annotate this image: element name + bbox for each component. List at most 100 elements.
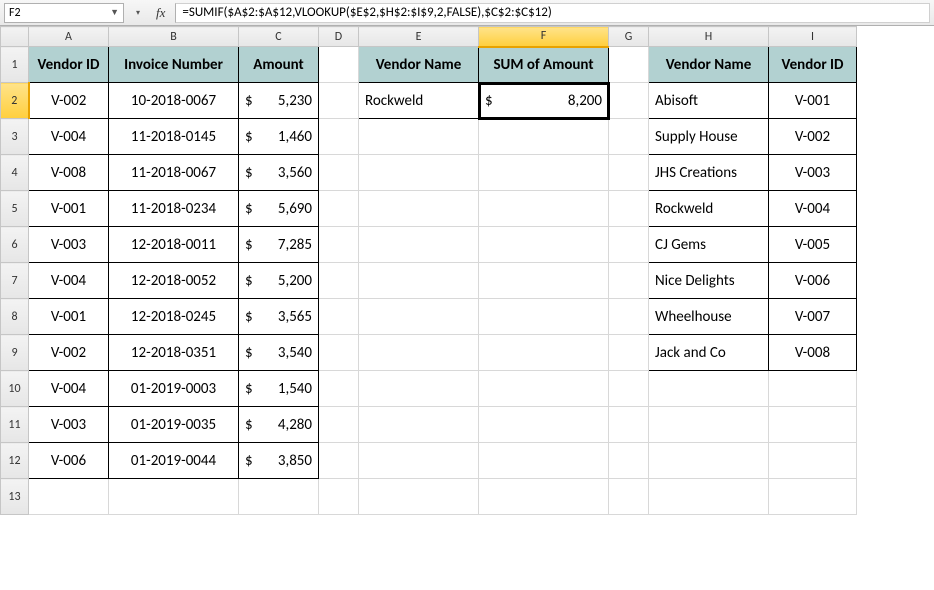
cell-I13[interactable] xyxy=(769,479,857,515)
cell-H11[interactable] xyxy=(649,407,769,443)
cell-G9[interactable] xyxy=(609,335,649,371)
cell-C4[interactable]: 3,560 xyxy=(239,155,319,191)
cell-G7[interactable] xyxy=(609,263,649,299)
cell-A9[interactable]: V-002 xyxy=(29,335,109,371)
cell-B4[interactable]: 11-2018-0067 xyxy=(109,155,239,191)
cell-I4[interactable]: V-003 xyxy=(769,155,857,191)
cell-H9[interactable]: Jack and Co xyxy=(649,335,769,371)
cell-F5[interactable] xyxy=(479,191,609,227)
col-header-D[interactable]: D xyxy=(319,27,359,47)
cell-G12[interactable] xyxy=(609,443,649,479)
cell-C7[interactable]: 5,200 xyxy=(239,263,319,299)
cell-A3[interactable]: V-004 xyxy=(29,119,109,155)
cell-G2[interactable] xyxy=(609,83,649,119)
cell-E9[interactable] xyxy=(359,335,479,371)
cell-D6[interactable] xyxy=(319,227,359,263)
cell-E6[interactable] xyxy=(359,227,479,263)
cell-A8[interactable]: V-001 xyxy=(29,299,109,335)
cell-H10[interactable] xyxy=(649,371,769,407)
cell-G5[interactable] xyxy=(609,191,649,227)
cell-E1[interactable]: Vendor Name xyxy=(359,47,479,83)
cell-H2[interactable]: Abisoft xyxy=(649,83,769,119)
cell-H1[interactable]: Vendor Name xyxy=(649,47,769,83)
row-header-9[interactable]: 9 xyxy=(1,335,29,371)
formula-input[interactable]: =SUMIF($A$2:$A$12,VLOOKUP($E$2,$H$2:$I$9… xyxy=(175,3,930,23)
cell-B6[interactable]: 12-2018-0011 xyxy=(109,227,239,263)
cell-I3[interactable]: V-002 xyxy=(769,119,857,155)
cell-F8[interactable] xyxy=(479,299,609,335)
cell-G3[interactable] xyxy=(609,119,649,155)
spreadsheet-grid[interactable]: ABCDEFGHI 1Vendor IDInvoice NumberAmount… xyxy=(0,26,934,515)
cell-I12[interactable] xyxy=(769,443,857,479)
cell-E8[interactable] xyxy=(359,299,479,335)
row-header-1[interactable]: 1 xyxy=(1,47,29,83)
cell-C10[interactable]: 1,540 xyxy=(239,371,319,407)
fx-icon[interactable]: fx xyxy=(152,5,169,21)
cell-F9[interactable] xyxy=(479,335,609,371)
col-header-E[interactable]: E xyxy=(359,27,479,47)
cell-A12[interactable]: V-006 xyxy=(29,443,109,479)
row-header-13[interactable]: 13 xyxy=(1,479,29,515)
cell-C13[interactable] xyxy=(239,479,319,515)
cell-B11[interactable]: 01-2019-0035 xyxy=(109,407,239,443)
cell-D5[interactable] xyxy=(319,191,359,227)
cell-H5[interactable]: Rockweld xyxy=(649,191,769,227)
cell-G13[interactable] xyxy=(609,479,649,515)
cell-I10[interactable] xyxy=(769,371,857,407)
cell-E12[interactable] xyxy=(359,443,479,479)
cell-H13[interactable] xyxy=(649,479,769,515)
cell-I6[interactable]: V-005 xyxy=(769,227,857,263)
col-header-C[interactable]: C xyxy=(239,27,319,47)
col-header-F[interactable]: F xyxy=(479,27,609,47)
cell-F3[interactable] xyxy=(479,119,609,155)
cell-D12[interactable] xyxy=(319,443,359,479)
cell-B8[interactable]: 12-2018-0245 xyxy=(109,299,239,335)
cell-I7[interactable]: V-006 xyxy=(769,263,857,299)
cell-F10[interactable] xyxy=(479,371,609,407)
cell-C9[interactable]: 3,540 xyxy=(239,335,319,371)
row-header-10[interactable]: 10 xyxy=(1,371,29,407)
cell-A13[interactable] xyxy=(29,479,109,515)
name-box[interactable]: F2 ▼ xyxy=(4,3,124,23)
cell-B10[interactable]: 01-2019-0003 xyxy=(109,371,239,407)
cell-F11[interactable] xyxy=(479,407,609,443)
cell-I9[interactable]: V-008 xyxy=(769,335,857,371)
cell-D2[interactable] xyxy=(319,83,359,119)
cell-G4[interactable] xyxy=(609,155,649,191)
cell-G10[interactable] xyxy=(609,371,649,407)
cell-D10[interactable] xyxy=(319,371,359,407)
cell-H6[interactable]: CJ Gems xyxy=(649,227,769,263)
cell-H4[interactable]: JHS Creations xyxy=(649,155,769,191)
col-header-B[interactable]: B xyxy=(109,27,239,47)
cell-F4[interactable] xyxy=(479,155,609,191)
cell-F7[interactable] xyxy=(479,263,609,299)
cell-I5[interactable]: V-004 xyxy=(769,191,857,227)
row-header-3[interactable]: 3 xyxy=(1,119,29,155)
cell-D3[interactable] xyxy=(319,119,359,155)
row-header-2[interactable]: 2 xyxy=(1,83,29,119)
cell-F6[interactable] xyxy=(479,227,609,263)
col-header-I[interactable]: I xyxy=(769,27,857,47)
cell-B7[interactable]: 12-2018-0052 xyxy=(109,263,239,299)
cell-C2[interactable]: 5,230 xyxy=(239,83,319,119)
cell-E10[interactable] xyxy=(359,371,479,407)
row-header-11[interactable]: 11 xyxy=(1,407,29,443)
cell-D11[interactable] xyxy=(319,407,359,443)
cell-I2[interactable]: V-001 xyxy=(769,83,857,119)
cell-F13[interactable] xyxy=(479,479,609,515)
cell-C1[interactable]: Amount xyxy=(239,47,319,83)
col-header-A[interactable]: A xyxy=(29,27,109,47)
cell-B2[interactable]: 10-2018-0067 xyxy=(109,83,239,119)
cell-H12[interactable] xyxy=(649,443,769,479)
row-header-6[interactable]: 6 xyxy=(1,227,29,263)
cell-A10[interactable]: V-004 xyxy=(29,371,109,407)
row-header-7[interactable]: 7 xyxy=(1,263,29,299)
cell-B12[interactable]: 01-2019-0044 xyxy=(109,443,239,479)
cell-E7[interactable] xyxy=(359,263,479,299)
cell-D4[interactable] xyxy=(319,155,359,191)
cell-H7[interactable]: Nice Delights xyxy=(649,263,769,299)
cell-B13[interactable] xyxy=(109,479,239,515)
cell-A2[interactable]: V-002 xyxy=(29,83,109,119)
cell-A6[interactable]: V-003 xyxy=(29,227,109,263)
cell-F12[interactable] xyxy=(479,443,609,479)
